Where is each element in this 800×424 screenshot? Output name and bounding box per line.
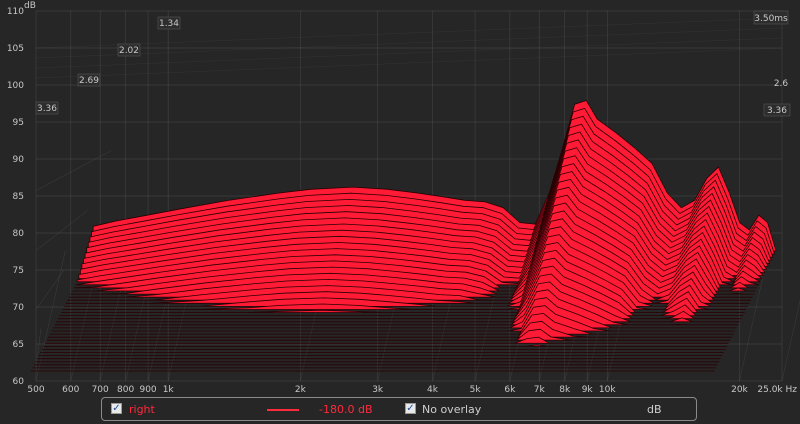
waterfall-plot: 60 65 70 75 80 85 90 95 100 105 110dB 500 600 700 800 9… [7,1,800,395]
waterfall-surface [30,100,777,372]
time-max-label: 3.50ms [754,14,788,24]
db-tick-label-70: 70 [13,303,25,313]
time-tick-label-1: 2.69 [79,76,99,86]
waterfall-slice-11 [48,320,732,338]
no-overlay-checkbox[interactable]: ✓ [405,403,416,414]
right-series-level: -180.0 dB [319,403,373,416]
freq-tick-label-600: 600 [62,385,79,395]
floor-ray-25000 [781,299,800,382]
freq-tick-label-1000: 1k [163,385,175,395]
time-wall-line-1 [35,269,65,310]
time-tick-label-2: 2.02 [119,46,139,56]
db-tick-label-90: 90 [13,155,25,165]
freq-tick-label-9000: 9k [582,385,594,395]
db-tick-label-110: 110 [7,7,24,17]
time-wall-line-2 [35,210,88,251]
no-overlay-label: No overlay [422,403,482,416]
freq-tick-label-5000: 5k [470,385,482,395]
db-tick-label-60: 60 [13,377,25,387]
waterfall-slice-8 [43,344,728,347]
freq-tick-label-700: 700 [92,385,109,395]
time-tick-label-0: 3.36 [37,104,57,114]
time-right-label-1: 2.6 [774,79,789,89]
db-axis-unit-label: dB [24,1,36,11]
freq-tick-label-6000: 6k [504,385,516,395]
freq-tick-label-7000: 7k [534,385,546,395]
freq-tick-label-3000: 3k [372,385,384,395]
freq-tick-label-25000: 25.0k Hz [757,385,797,395]
freq-tick-label-4000: 4k [427,385,439,395]
freq-tick-label-900: 900 [139,385,156,395]
time-right-label-0: 3.36 [767,106,787,116]
freq-tick-label-800: 800 [117,385,134,395]
legend-bar: ✓ right -180.0 dB ✓ No overlay dB [101,397,697,421]
db-tick-label-75: 75 [13,266,24,276]
freq-tick-label-8000: 8k [559,385,571,395]
freq-tick-label-500: 500 [27,385,44,395]
right-series-line-swatch [267,409,299,411]
db-tick-label-105: 105 [7,44,24,54]
db-tick-label-80: 80 [13,229,25,239]
db-tick-label-95: 95 [13,118,24,128]
freq-tick-label-10000: 10k [599,385,616,395]
right-series-label: right [129,403,155,416]
db-tick-label-65: 65 [13,340,24,350]
db-tick-label-85: 85 [13,192,24,202]
freq-tick-label-2000: 2k [295,385,307,395]
unit-label: dB [647,403,662,416]
time-tick-label-3: 1.34 [159,19,179,29]
freq-tick-label-20000: 20k [731,385,748,395]
right-series-checkbox[interactable]: ✓ [111,403,122,414]
db-tick-label-100: 100 [7,81,24,91]
